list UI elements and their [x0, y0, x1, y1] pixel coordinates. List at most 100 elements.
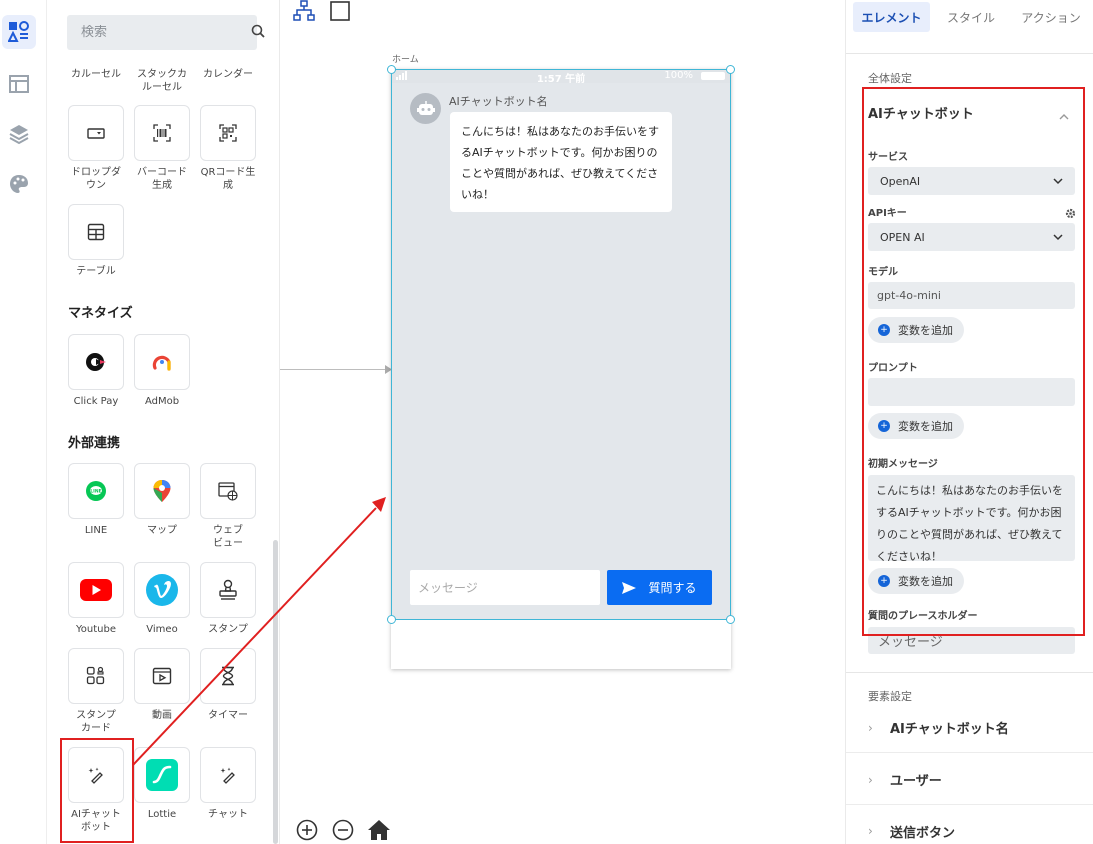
home-icon[interactable]: [367, 819, 391, 844]
resize-handle[interactable]: [387, 615, 396, 624]
add-variable-button[interactable]: + 変数を追加: [868, 317, 964, 343]
component-label: AIチャット ボット: [71, 809, 121, 833]
component-youtube[interactable]: Youtube: [68, 562, 124, 636]
element-row-user[interactable]: › ユーザー: [846, 755, 1093, 805]
service-label: サービス: [868, 152, 908, 163]
palette-icon[interactable]: [2, 167, 36, 201]
model-label: モデル: [868, 267, 898, 278]
design-canvas[interactable]: ホーム 1:57 午前 100% AIチャットボット名 こんにちは！私はあなたの…: [280, 0, 845, 844]
search-icon[interactable]: [251, 23, 265, 42]
phone-screen[interactable]: 1:57 午前 100% AIチャットボット名 こんにちは！私はあなたのお手伝い…: [387, 65, 735, 669]
apikey-value: OPEN AI: [880, 230, 925, 244]
component-ai-chatbot[interactable]: AIチャット ボット: [68, 747, 124, 834]
tab-style[interactable]: スタイル: [935, 2, 1007, 32]
add-variable-label: 変数を追加: [898, 420, 953, 433]
ai-chatbot-section-title[interactable]: AIチャットボット: [868, 103, 974, 122]
vimeo-logo-icon: [146, 574, 178, 606]
icon-rail: [0, 0, 47, 844]
initial-message-input[interactable]: こんにちは！私はあなたのお手伝いをするAIチャットボットです。何かお困りのことや…: [868, 475, 1075, 561]
plus-circle-icon: +: [878, 575, 890, 587]
apikey-select[interactable]: OPEN AI: [868, 223, 1075, 251]
components-icon[interactable]: [2, 15, 36, 49]
element-row-label: ユーザー: [890, 774, 942, 789]
chevron-down-icon: [1053, 177, 1063, 184]
carousel-label[interactable]: カルーセル: [66, 68, 126, 81]
settings-divider: [846, 672, 1093, 673]
zoom-in-icon[interactable]: [296, 819, 318, 844]
component-label: バーコード 生成: [137, 167, 187, 191]
component-clickpay[interactable]: Click Pay: [68, 334, 124, 408]
component-video[interactable]: 動画: [134, 648, 190, 722]
tab-element[interactable]: エレメント: [853, 2, 930, 32]
element-row-label: AIチャットボット名: [890, 722, 1009, 737]
zoom-out-icon[interactable]: [332, 819, 354, 844]
search-input[interactable]: [81, 25, 251, 40]
component-barcode[interactable]: バーコード 生成: [134, 105, 190, 192]
admob-logo-icon: [152, 355, 171, 371]
sitemap-icon[interactable]: [293, 0, 315, 26]
chevron-right-icon: ›: [868, 772, 873, 787]
resize-handle[interactable]: [387, 65, 396, 74]
svg-text:LINE: LINE: [90, 489, 101, 495]
component-vimeo[interactable]: Vimeo: [134, 562, 190, 636]
component-label: ウェブ ビュー: [213, 525, 243, 549]
tab-action[interactable]: アクション: [1015, 2, 1087, 32]
chevron-up-icon[interactable]: [1059, 106, 1069, 125]
chat-wand-icon: [220, 767, 235, 784]
global-settings-heading: 全体設定: [868, 72, 912, 85]
plus-circle-icon: +: [878, 420, 890, 432]
gear-icon[interactable]: [1065, 204, 1076, 223]
layers-icon[interactable]: [2, 117, 36, 151]
component-chat[interactable]: チャット: [200, 747, 256, 821]
hourglass-icon: [222, 666, 234, 686]
component-timer[interactable]: タイマー: [200, 648, 256, 722]
service-value: OpenAI: [880, 174, 921, 188]
section-title-monetize: マネタイズ: [68, 306, 133, 321]
component-label: Vimeo: [146, 624, 178, 635]
model-input[interactable]: gpt-4o-mini: [868, 282, 1075, 309]
stack-carousel-label[interactable]: スタックカ ルーセル: [132, 68, 192, 94]
resize-handle[interactable]: [726, 615, 735, 624]
component-map[interactable]: マップ: [134, 463, 190, 537]
component-lottie[interactable]: Lottie: [134, 747, 190, 821]
component-label: スタンプ: [208, 624, 248, 635]
stamp-card-icon: [86, 666, 105, 685]
element-row-send-button[interactable]: › 送信ボタン: [846, 806, 1093, 844]
frame-icon[interactable]: [330, 1, 350, 25]
component-table[interactable]: テーブル: [68, 204, 124, 278]
panel-scrollbar[interactable]: [273, 540, 278, 844]
initial-message-label: 初期メッセージ: [868, 459, 938, 470]
component-qrcode[interactable]: QRコード生 成: [200, 105, 256, 192]
chevron-right-icon: ›: [868, 824, 873, 838]
dropdown-icon: [87, 128, 105, 139]
component-label: Youtube: [76, 624, 116, 635]
line-logo-icon: LINE: [86, 481, 106, 501]
add-variable-button[interactable]: + 変数を追加: [868, 568, 964, 594]
qrcode-icon: [219, 124, 237, 142]
component-line[interactable]: LINE LINE: [68, 463, 124, 537]
element-row-label: 送信ボタン: [890, 825, 956, 841]
connector-line: [280, 369, 386, 370]
component-stamp[interactable]: スタンプ: [200, 562, 256, 636]
youtube-logo-icon: [80, 579, 112, 601]
prompt-input[interactable]: [868, 378, 1075, 406]
component-admob[interactable]: AdMob: [134, 334, 190, 408]
component-webview[interactable]: ウェブ ビュー: [200, 463, 256, 550]
add-variable-button[interactable]: + 変数を追加: [868, 413, 964, 439]
prompt-label: プロンプト: [868, 363, 918, 374]
layout-icon[interactable]: [2, 67, 36, 101]
tabs-divider: [846, 53, 1093, 54]
component-label: スタンプ カード: [76, 710, 116, 734]
element-row-bot-name[interactable]: › AIチャットボット名: [846, 703, 1093, 753]
stamp-icon: [219, 579, 237, 600]
placeholder-input[interactable]: メッセージ: [868, 627, 1075, 654]
resize-handle[interactable]: [726, 65, 735, 74]
component-dropdown[interactable]: ドロップダ ウン: [68, 105, 124, 192]
service-select[interactable]: OpenAI: [868, 167, 1075, 195]
search-box[interactable]: [67, 15, 265, 50]
calendar-label[interactable]: カレンダー: [198, 68, 258, 81]
component-stamp-card[interactable]: スタンプ カード: [68, 648, 124, 735]
screen-name[interactable]: ホーム: [392, 52, 419, 65]
component-label: ドロップダ ウン: [71, 167, 121, 191]
properties-panel: エレメント スタイル アクション 全体設定 AIチャットボット サービス Ope…: [845, 0, 1093, 844]
